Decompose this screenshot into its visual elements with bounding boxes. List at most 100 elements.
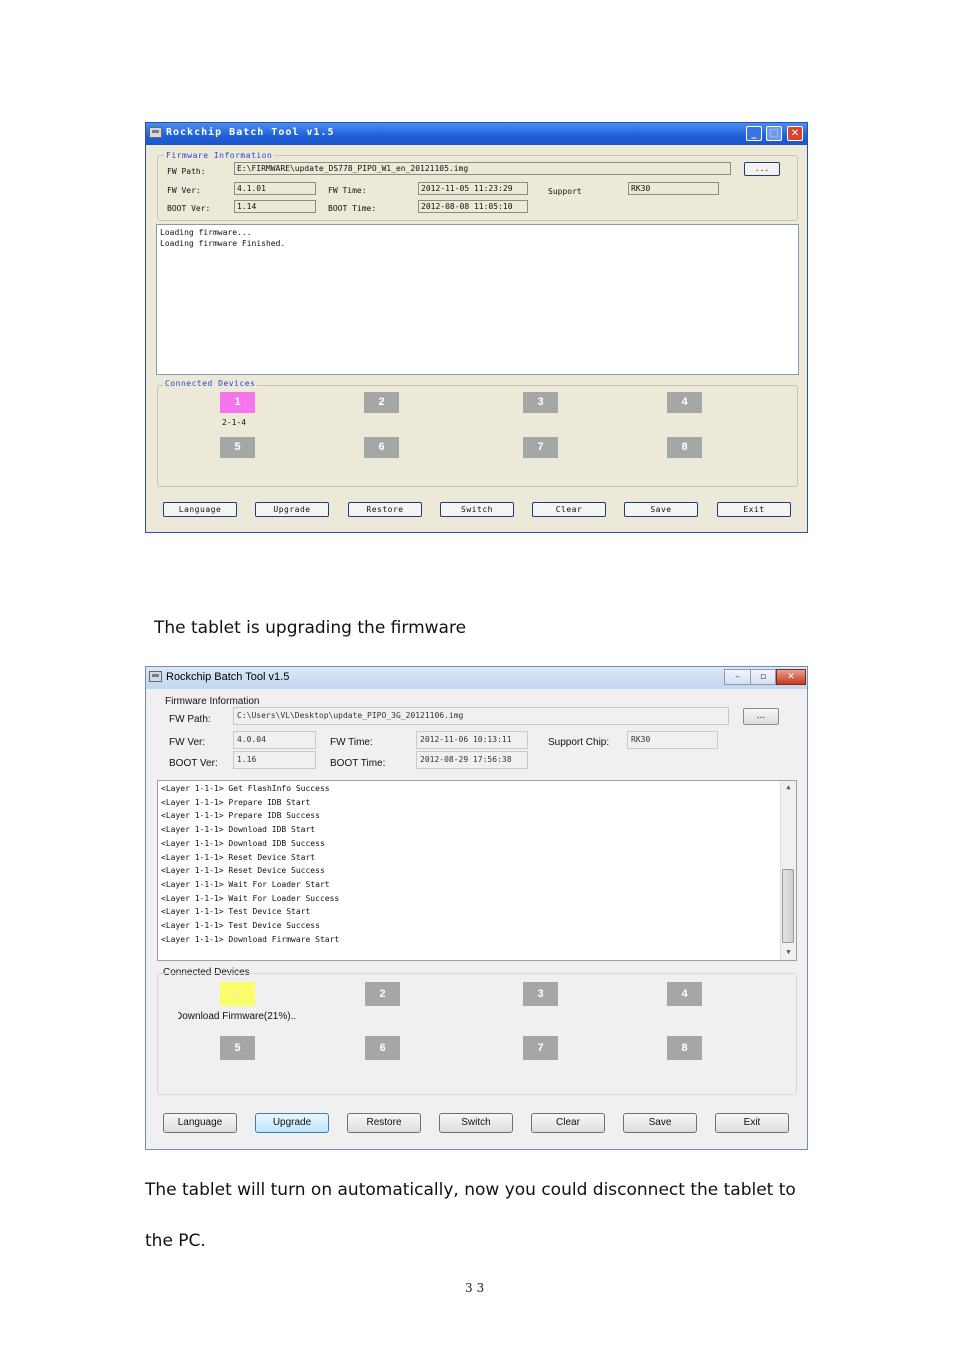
close-button[interactable]: ✕ bbox=[787, 126, 803, 141]
device-slot-1[interactable]: 1 bbox=[220, 392, 255, 413]
device-slot-7[interactable]: 7 bbox=[523, 1036, 558, 1060]
maximize-button[interactable]: □ bbox=[766, 126, 782, 141]
fw-time-field[interactable]: 2012-11-06 10:13:11 bbox=[416, 731, 528, 749]
device-slot-5[interactable]: 5 bbox=[220, 437, 255, 458]
fw-time-label: FW Time: bbox=[328, 186, 367, 195]
log-output[interactable]: <Layer 1-1-1> Get FlashInfo Success <Lay… bbox=[157, 780, 797, 961]
device-slot-2[interactable]: 2 bbox=[365, 982, 400, 1006]
clear-button[interactable]: Clear bbox=[532, 502, 606, 517]
close-button[interactable]: ✕ bbox=[776, 669, 806, 685]
scroll-down-arrow-icon[interactable]: ▼ bbox=[781, 946, 796, 960]
window-title: Rockchip Batch Tool v1.5 bbox=[166, 127, 335, 138]
upgrade-button[interactable]: Upgrade bbox=[255, 1113, 329, 1133]
fw-path-label: FW Path: bbox=[169, 714, 211, 725]
device-slot-4[interactable]: 4 bbox=[667, 392, 702, 413]
boot-ver-field[interactable]: 1.16 bbox=[233, 751, 316, 769]
log-line: <Layer 1-1-1> Download IDB Start bbox=[161, 825, 316, 835]
fw-ver-field[interactable]: 4.1.01 bbox=[234, 182, 316, 195]
fw-ver-label: FW Ver: bbox=[169, 737, 206, 748]
log-line: <Layer 1-1-1> Download Firmware Start bbox=[161, 934, 340, 944]
boot-ver-label: BOOT Ver: bbox=[169, 758, 218, 769]
device-1-status: 2-1-4 bbox=[222, 418, 247, 427]
upgrade-button[interactable]: Upgrade bbox=[255, 502, 329, 517]
fw-time-label: FW Time: bbox=[330, 737, 373, 748]
fw-path-label: FW Path: bbox=[167, 167, 206, 176]
fw-time-field[interactable]: 2012-11-05 11:23:29 bbox=[418, 182, 528, 195]
log-line: <Layer 1-1-1> Reset Device Start bbox=[161, 852, 316, 862]
device-slot-3[interactable]: 3 bbox=[523, 392, 558, 413]
log-line: <Layer 1-1-1> Test Device Start bbox=[161, 907, 311, 917]
log-line: <Layer 1-1-1> Wait For Loader Start bbox=[161, 879, 330, 889]
fw-path-field[interactable]: E:\FIRMWARE\update_DS778_PIPO_W1_en_2012… bbox=[234, 162, 731, 175]
minimize-button[interactable]: – bbox=[724, 669, 751, 685]
boot-time-field[interactable]: 2012-08-29 17:56:38 bbox=[416, 751, 528, 769]
language-button[interactable]: Language bbox=[163, 1113, 237, 1133]
restore-button[interactable]: Restore bbox=[348, 502, 422, 517]
maximize-button[interactable]: ▫ bbox=[750, 669, 776, 685]
log-line: <Layer 1-1-1> Reset Device Success bbox=[161, 866, 325, 876]
firmware-info-label: Firmware Information bbox=[165, 696, 260, 707]
boot-time-label: BOOT Time: bbox=[330, 758, 386, 769]
device-slot-6[interactable]: 6 bbox=[364, 437, 399, 458]
scroll-thumb[interactable] bbox=[782, 869, 794, 943]
switch-button[interactable]: Switch bbox=[439, 1113, 513, 1133]
switch-button[interactable]: Switch bbox=[440, 502, 514, 517]
fw-path-field[interactable]: C:\Users\VL\Desktop\update_PIPO_3G_20121… bbox=[233, 707, 729, 725]
log-line: Loading firmware Finished. bbox=[160, 239, 286, 248]
page-number: 33 bbox=[465, 1281, 489, 1295]
device-slot-8[interactable]: 8 bbox=[667, 1036, 702, 1060]
support-chip-field[interactable]: RK30 bbox=[627, 731, 718, 749]
device-slot-7[interactable]: 7 bbox=[523, 437, 558, 458]
app-icon bbox=[149, 671, 162, 682]
title-bar: Rockchip Batch Tool v1.5 – ▫ ✕ bbox=[146, 667, 807, 689]
device-slot-8[interactable]: 8 bbox=[667, 437, 702, 458]
boot-time-field[interactable]: 2012-08-08 11:05:10 bbox=[418, 200, 528, 213]
exit-button[interactable]: Exit bbox=[715, 1113, 789, 1133]
restore-button[interactable]: Restore bbox=[347, 1113, 421, 1133]
device-slot-5[interactable]: 5 bbox=[220, 1036, 255, 1060]
device-1-status-clip: Download Firmware(21%).. bbox=[178, 1011, 328, 1025]
browse-button[interactable]: ... bbox=[743, 708, 779, 725]
caption-upgrading: The tablet is upgrading the firmware bbox=[154, 618, 467, 638]
save-button[interactable]: Save bbox=[624, 502, 698, 517]
boot-time-label: BOOT Time: bbox=[328, 204, 377, 213]
support-label: Support bbox=[548, 187, 582, 196]
caption-disconnect-line2: the PC. bbox=[145, 1231, 206, 1251]
log-scrollbar[interactable]: ▲ ▼ bbox=[780, 781, 796, 960]
device-slot-6[interactable]: 6 bbox=[365, 1036, 400, 1060]
title-bar: Rockchip Batch Tool v1.5 _ □ ✕ bbox=[146, 123, 807, 145]
log-line: <Layer 1-1-1> Download IDB Success bbox=[161, 838, 325, 848]
window-title: Rockchip Batch Tool v1.5 bbox=[166, 671, 290, 683]
app-icon bbox=[149, 127, 162, 138]
device-slot-3[interactable]: 3 bbox=[523, 982, 558, 1006]
support-field[interactable]: RK30 bbox=[628, 182, 719, 195]
log-output[interactable]: Loading firmware... Loading firmware Fin… bbox=[156, 224, 799, 375]
clear-button[interactable]: Clear bbox=[531, 1113, 605, 1133]
save-button[interactable]: Save bbox=[623, 1113, 697, 1133]
batch-tool-window-xp: Rockchip Batch Tool v1.5 _ □ ✕ Firmware … bbox=[145, 122, 808, 533]
exit-button[interactable]: Exit bbox=[717, 502, 791, 517]
log-line: <Layer 1-1-1> Prepare IDB Success bbox=[161, 811, 320, 821]
log-line: Loading firmware... bbox=[160, 228, 252, 237]
log-line: <Layer 1-1-1> Prepare IDB Start bbox=[161, 797, 311, 807]
device-1-status: Download Firmware(21%).. bbox=[178, 1011, 297, 1022]
batch-tool-window-win7: Rockchip Batch Tool v1.5 – ▫ ✕ Firmware … bbox=[145, 666, 808, 1150]
firmware-info-legend: Firmware Information bbox=[164, 151, 275, 160]
language-button[interactable]: Language bbox=[163, 502, 237, 517]
log-line: <Layer 1-1-1> Test Device Success bbox=[161, 921, 320, 931]
boot-ver-field[interactable]: 1.14 bbox=[234, 200, 316, 213]
boot-ver-label: BOOT Ver: bbox=[167, 204, 211, 213]
device-slot-1[interactable]: 1 bbox=[220, 982, 255, 1006]
fw-ver-label: FW Ver: bbox=[167, 186, 201, 195]
scroll-up-arrow-icon[interactable]: ▲ bbox=[781, 781, 796, 795]
device-slot-4[interactable]: 4 bbox=[667, 982, 702, 1006]
log-line: <Layer 1-1-1> Wait For Loader Success bbox=[161, 893, 340, 903]
log-line: <Layer 1-1-1> Get FlashInfo Success bbox=[161, 784, 330, 793]
minimize-button[interactable]: _ bbox=[746, 126, 762, 141]
caption-disconnect-line1: The tablet will turn on automatically, n… bbox=[145, 1180, 796, 1200]
fw-ver-field[interactable]: 4.0.04 bbox=[233, 731, 316, 749]
browse-button[interactable]: ... bbox=[744, 162, 780, 176]
connected-devices-legend: Connected Devices bbox=[163, 379, 258, 388]
support-chip-label: Support Chip: bbox=[548, 737, 610, 748]
device-slot-2[interactable]: 2 bbox=[364, 392, 399, 413]
